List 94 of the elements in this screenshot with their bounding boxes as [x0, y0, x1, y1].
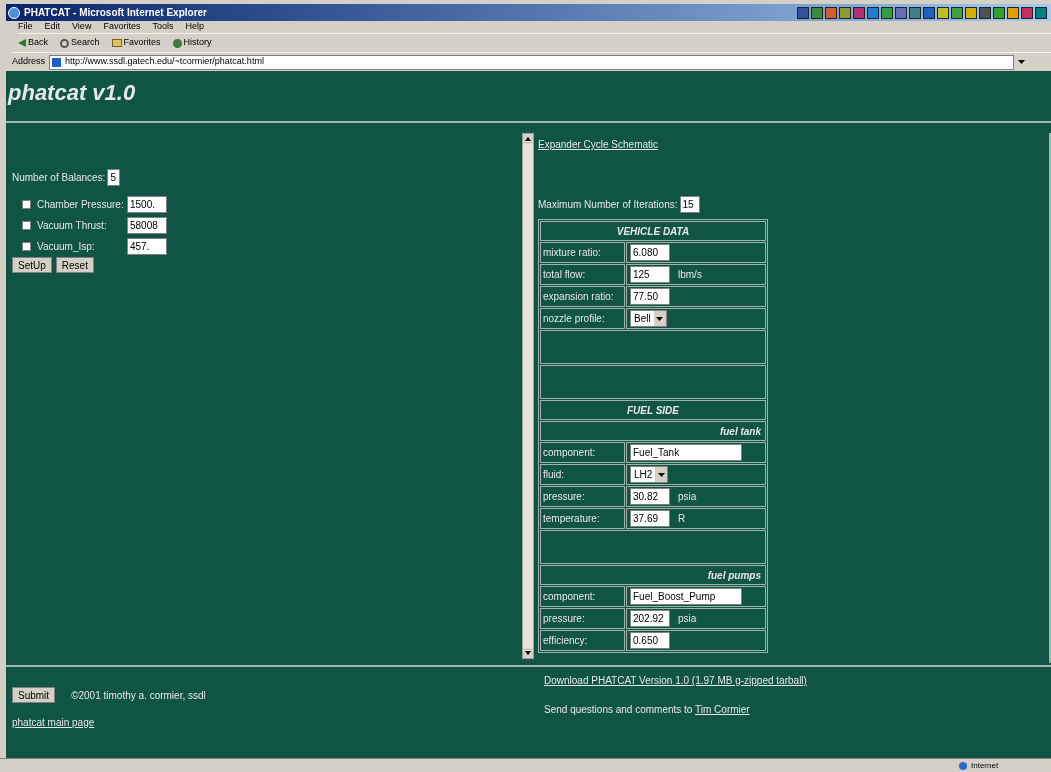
menu-item[interactable]: Help — [185, 20, 204, 34]
text-field[interactable]: 6.080 — [630, 244, 670, 261]
text-field[interactable]: 457. — [127, 238, 167, 255]
menu-item[interactable]: File — [18, 20, 33, 34]
menu-item[interactable]: Tools — [152, 20, 174, 34]
taskbar-app-icon[interactable] — [1021, 6, 1033, 19]
taskbar-app-icon[interactable] — [909, 6, 921, 19]
taskbar-app-icon[interactable] — [895, 6, 907, 19]
taskbar-app-icon[interactable] — [965, 6, 977, 19]
back-arrow-icon — [18, 39, 26, 47]
toolbar-button[interactable]: Back — [18, 36, 48, 50]
taskbar-app-icon[interactable] — [979, 6, 991, 19]
field-label: Chamber Pressure: — [37, 198, 125, 212]
checkbox[interactable] — [22, 242, 31, 251]
field-label: nozzle profile: — [543, 313, 605, 324]
taskbar-app-icon[interactable] — [881, 6, 893, 19]
frame-scrollbar[interactable] — [522, 133, 534, 659]
unit-label: psia — [678, 612, 697, 626]
unit-label: lbm/s — [678, 268, 702, 282]
section-heading: VEHICLE DATA — [616, 225, 690, 237]
toolbar-button[interactable]: Search — [60, 36, 100, 50]
contact-text: Send questions and comments to Tim Cormier — [544, 703, 751, 717]
field-label: mixture ratio: — [543, 247, 601, 258]
submit-button[interactable]: Submit — [12, 687, 56, 703]
download-link[interactable]: Download PHATCAT Version 1.0 (1.97 MB g-zipped tarball) — [544, 675, 807, 686]
taskbar-app-icon[interactable] — [797, 6, 809, 19]
checkbox[interactable] — [22, 200, 31, 209]
toolbar-button[interactable]: Favorites — [111, 36, 161, 50]
text-field[interactable]: 58008 — [127, 217, 167, 234]
text-field[interactable]: 1500. — [127, 196, 167, 213]
text-field[interactable]: Fuel_Boost_Pump — [630, 588, 742, 605]
text-field[interactable]: 77.50 — [630, 288, 670, 305]
field-label: efficiency: — [543, 635, 588, 646]
taskbar-app-icon[interactable] — [825, 6, 837, 19]
text-field[interactable]: 125 — [630, 266, 670, 283]
taskbar-app-icon[interactable] — [993, 6, 1005, 19]
menu-item[interactable]: View — [72, 20, 92, 34]
field-label: Vacuum_Isp: — [37, 240, 96, 254]
field-label: Number of Balances: — [12, 171, 106, 185]
field-label: Maximum Number of Iterations: — [538, 198, 678, 212]
subsection-heading: fuel tank — [719, 425, 761, 437]
zone-label: Internet — [971, 759, 1000, 772]
text-field[interactable]: Fuel_Tank — [630, 444, 742, 461]
checkbox[interactable] — [22, 221, 31, 230]
dropdown-arrow-icon — [1018, 60, 1025, 64]
main-page-link[interactable]: phatcat main page — [12, 715, 534, 730]
page-icon — [52, 57, 62, 67]
address-field[interactable]: http://www.ssdl.gatech.edu/~tcormier/phatcat.html — [49, 54, 1014, 70]
form-button[interactable]: Reset — [55, 257, 94, 273]
field-label: fluid: — [543, 469, 565, 480]
field-label: Vacuum Thrust: — [37, 219, 108, 233]
text-field[interactable]: 30.82 — [630, 488, 670, 505]
taskbar-app-icon[interactable] — [1007, 6, 1019, 19]
menu-item[interactable]: Edit — [44, 20, 61, 34]
field-label: total flow: — [543, 269, 586, 280]
text-field[interactable]: 15 — [679, 196, 700, 213]
subsection-heading: fuel pumps — [707, 569, 761, 581]
text-field[interactable]: 5 — [107, 169, 121, 186]
scroll-down-icon[interactable] — [523, 648, 533, 658]
taskbar-app-icon[interactable] — [867, 6, 879, 19]
taskbar-app-icon[interactable] — [923, 6, 935, 19]
taskbar-app-icon[interactable] — [951, 6, 963, 19]
section-heading: FUEL SIDE — [626, 404, 679, 416]
text-field[interactable]: 0.650 — [630, 632, 670, 649]
menu-item[interactable]: Favorites — [103, 20, 141, 34]
field-label: pressure: — [543, 491, 585, 502]
field-label: component: — [543, 591, 596, 602]
text-field[interactable]: 202.92 — [630, 610, 670, 627]
address-label: Address — [12, 55, 46, 69]
toolbar-button[interactable]: History — [172, 36, 212, 50]
taskbar-app-icon[interactable] — [937, 6, 949, 19]
dropdown[interactable]: Bell — [630, 310, 667, 327]
copyright-text: ©2001 timothy a. cormier, ssdl — [71, 688, 206, 703]
globe-icon — [959, 761, 967, 770]
schematic-link[interactable]: Expander Cycle Schematic — [538, 139, 659, 150]
field-label: expansion ratio: — [543, 291, 614, 302]
taskbar-app-icon[interactable] — [1035, 6, 1047, 19]
unit-label: psia — [678, 490, 697, 504]
dropdown[interactable]: LH2 — [630, 466, 669, 483]
field-label: component: — [543, 447, 596, 458]
field-label: temperature: — [543, 513, 600, 524]
scroll-up-icon[interactable] — [523, 134, 533, 144]
magnifier-icon — [60, 38, 69, 48]
taskbar-app-icon[interactable] — [839, 6, 851, 19]
page-heading: phatcat v1.0 — [8, 78, 136, 107]
contact-link[interactable]: Tim Cormier — [695, 704, 750, 715]
form-button[interactable]: SetUp — [12, 257, 52, 273]
taskbar-app-icon[interactable] — [853, 6, 865, 19]
folder-icon — [111, 39, 122, 47]
text-field[interactable]: 37.69 — [630, 510, 670, 527]
window-title: PHATCAT - Microsoft Internet Explorer — [24, 6, 207, 20]
taskbar-app-icon[interactable] — [811, 6, 823, 19]
field-label: pressure: — [543, 613, 585, 624]
unit-label: R — [678, 512, 686, 526]
